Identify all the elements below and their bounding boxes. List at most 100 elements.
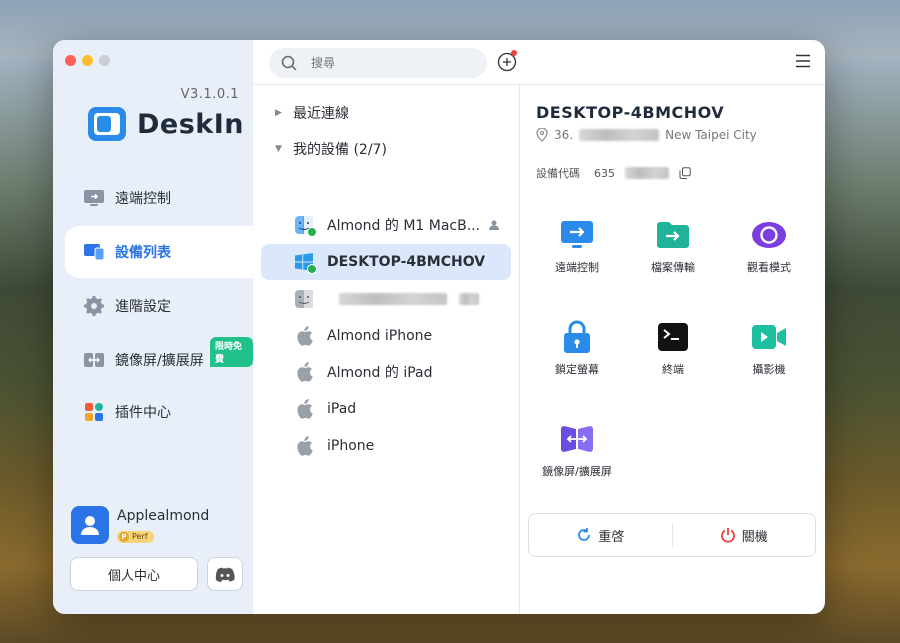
remote-control-icon — [83, 187, 105, 209]
restart-icon — [578, 528, 591, 541]
tool-camera[interactable]: 攝影機 — [721, 321, 817, 377]
sidebar-item-label: 插件中心 — [115, 405, 171, 421]
device-item-ipad[interactable]: iPad — [261, 391, 511, 427]
apple-icon — [293, 325, 315, 347]
apple-icon — [293, 435, 315, 457]
sidebar-item-advanced-settings[interactable]: 進階設定 — [65, 280, 253, 332]
zoom-window-button[interactable] — [99, 55, 110, 66]
camera-icon — [751, 321, 787, 353]
my-devices-group[interactable]: ▼ 我的設備 (2/7) — [275, 139, 387, 159]
top-bar — [253, 40, 825, 85]
mac-finder-icon — [293, 288, 315, 310]
user-profile[interactable]: Applealmond P Perf — [71, 506, 209, 544]
shutdown-label: 關機 — [741, 529, 768, 545]
search-input[interactable] — [309, 55, 453, 71]
restart-label: 重啓 — [598, 529, 625, 545]
eye-icon — [751, 219, 787, 251]
mac-finder-icon — [293, 214, 317, 237]
device-location: 36. New Taipei City — [536, 128, 757, 142]
caret-down-icon: ▼ — [275, 144, 282, 154]
tool-lock-screen[interactable]: 鎖定螢幕 — [529, 320, 625, 377]
discord-button[interactable] — [207, 557, 243, 591]
discord-icon — [215, 567, 235, 582]
tool-mirror-screen[interactable]: 鏡像屏/擴展屏 — [529, 423, 625, 479]
tool-label: 遠端控制 — [555, 261, 599, 274]
account-icon — [489, 220, 499, 230]
plugin-grid-icon — [83, 401, 105, 423]
device-item-iphone[interactable]: iPhone — [261, 428, 511, 464]
search-box[interactable] — [269, 48, 487, 78]
code-prefix: 635 — [594, 166, 615, 180]
redacted-code — [625, 167, 669, 179]
device-name: Almond 的 M1 MacB... — [327, 218, 481, 234]
sidebar: V3.1.0.1 DeskIn 遠端控制 設備列表 進階設定 鏡像屏/擴展屏 限… — [53, 40, 253, 614]
mirror-screen-icon — [83, 349, 105, 371]
device-name: iPhone — [327, 438, 375, 454]
remote-control-icon — [559, 219, 595, 251]
group-label: 我的設備 (2/7) — [293, 142, 387, 158]
apple-icon — [293, 361, 315, 383]
device-item-hidden-mac[interactable] — [261, 281, 511, 317]
code-label: 設備代碼 — [536, 167, 580, 180]
power-controls: 重啓 關機 — [528, 513, 816, 557]
sidebar-item-plugin-center[interactable]: 插件中心 — [65, 386, 253, 438]
profile-center-button[interactable]: 個人中心 — [70, 557, 198, 591]
sidebar-item-remote-control[interactable]: 遠端控制 — [65, 172, 253, 224]
avatar — [71, 506, 109, 544]
search-icon — [281, 55, 297, 71]
user-name: Applealmond — [117, 507, 210, 524]
user-icon — [81, 516, 99, 535]
gear-icon — [83, 295, 105, 317]
online-status-dot — [307, 264, 317, 274]
app-window: V3.1.0.1 DeskIn 遠端控制 設備列表 進階設定 鏡像屏/擴展屏 限… — [53, 40, 825, 614]
redacted-ip — [579, 129, 660, 141]
tool-file-transfer[interactable]: 檔案傳輸 — [625, 219, 721, 275]
plan-label: Perf — [132, 532, 148, 541]
tool-label: 終端 — [662, 363, 684, 376]
city-name: New Taipei City — [665, 128, 757, 142]
caret-right-icon: ▶ — [275, 108, 282, 118]
tool-label: 攝影機 — [752, 363, 786, 376]
window-controls — [65, 55, 110, 66]
windows-icon — [293, 251, 317, 274]
close-window-button[interactable] — [65, 55, 76, 66]
sidebar-item-label: 鏡像屏/擴展屏 — [115, 353, 204, 369]
ip-prefix: 36. — [554, 128, 574, 142]
shutdown-button[interactable]: 關機 — [673, 526, 816, 545]
copy-icon[interactable] — [679, 167, 691, 179]
free-limited-badge: 限時免費 — [210, 337, 253, 367]
device-title: DESKTOP-4BMCHOV — [536, 103, 725, 122]
tool-terminal[interactable]: 終端 — [625, 321, 721, 377]
device-item-macbook[interactable]: Almond 的 M1 MacB... — [261, 207, 511, 243]
device-item-almond-ipad[interactable]: Almond 的 iPad — [261, 354, 511, 390]
tool-label: 鏡像屏/擴展屏 — [542, 465, 612, 478]
device-item-desktop[interactable]: DESKTOP-4BMCHOV — [261, 244, 511, 280]
notification-dot — [511, 50, 517, 56]
tool-view-mode[interactable]: 觀看模式 — [721, 219, 817, 275]
power-icon — [720, 528, 735, 543]
plan-letter: P — [119, 531, 129, 542]
device-name: Almond 的 iPad — [327, 365, 433, 381]
app-logo: DeskIn — [87, 106, 244, 142]
group-label: 最近連線 — [293, 106, 349, 122]
menu-icon[interactable] — [795, 54, 811, 68]
device-detail-panel: DESKTOP-4BMCHOV 36. New Taipei City 設備代碼… — [520, 85, 825, 614]
device-name: Almond iPhone — [327, 328, 433, 344]
tool-remote-control[interactable]: 遠端控制 — [529, 219, 625, 275]
restart-button[interactable]: 重啓 — [529, 526, 672, 545]
location-pin-icon — [536, 128, 548, 142]
device-list-panel: ▶ 最近連線 ▼ 我的設備 (2/7) Almond 的 M1 MacB... … — [253, 85, 520, 614]
redacted-device-name — [339, 293, 447, 305]
app-version: V3.1.0.1 — [180, 87, 239, 102]
deskin-logo-icon — [88, 107, 126, 141]
recent-connections-group[interactable]: ▶ 最近連線 — [275, 103, 349, 123]
online-status-dot — [307, 227, 317, 237]
device-item-almond-iphone[interactable]: Almond iPhone — [261, 318, 511, 354]
minimize-window-button[interactable] — [82, 55, 93, 66]
redacted-device-name — [459, 293, 479, 305]
mirror-screen-icon — [559, 423, 595, 455]
sidebar-item-label: 遠端控制 — [115, 191, 171, 207]
tool-label: 觀看模式 — [747, 261, 791, 274]
tool-label: 鎖定螢幕 — [555, 363, 599, 376]
sidebar-item-device-list[interactable]: 設備列表 — [65, 226, 253, 278]
